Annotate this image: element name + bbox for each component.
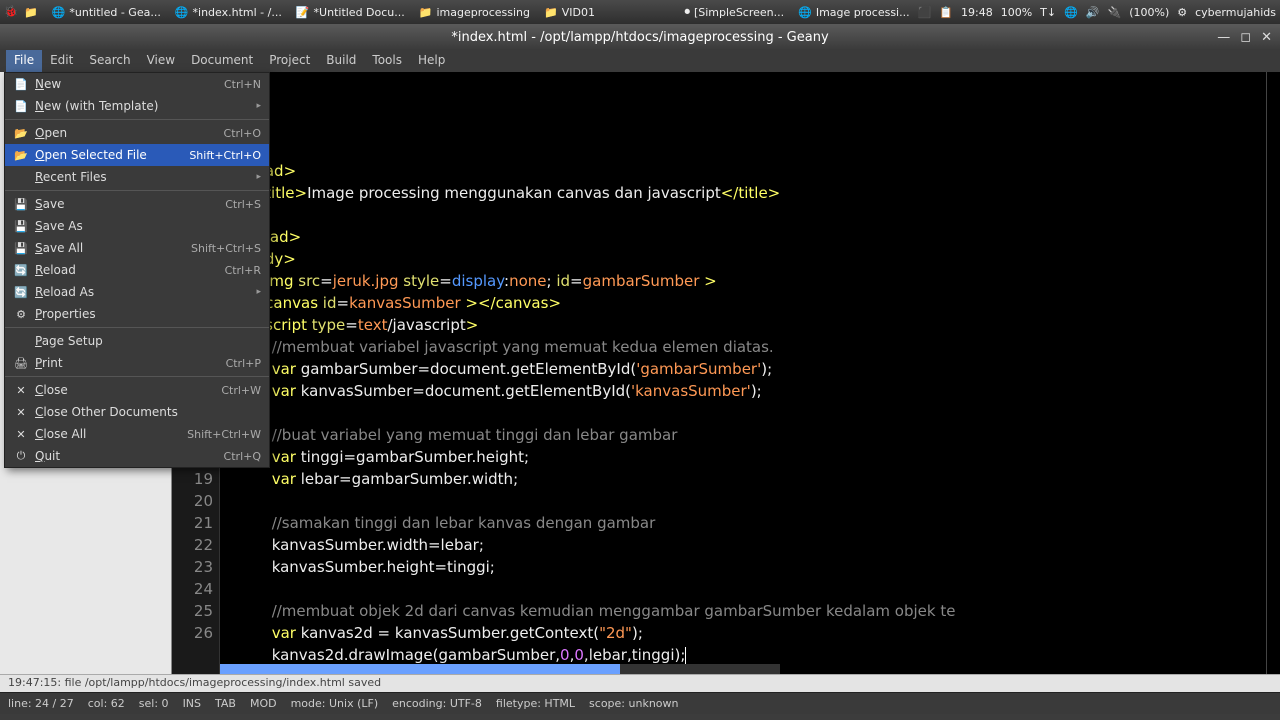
menubar: File Edit Search View Document Project B…: [0, 50, 1280, 72]
taskbar-item[interactable]: 📝*Untitled Docu...: [290, 4, 411, 21]
menu-item-new[interactable]: 📄NewCtrl+N: [5, 73, 269, 95]
window-titlebar: *index.html - /opt/lampp/htdocs/imagepro…: [0, 24, 1280, 50]
menu-help[interactable]: Help: [410, 50, 453, 72]
tray-icon[interactable]: ⬛: [918, 6, 932, 19]
status-encoding: encoding: UTF-8: [392, 697, 482, 710]
status-tab: TAB: [215, 697, 236, 710]
print-margin: [1266, 72, 1267, 674]
menu-item-close-all[interactable]: ✕Close AllShift+Ctrl+W: [5, 423, 269, 445]
volume-icon[interactable]: 🔊: [1086, 6, 1100, 19]
menu-item-save[interactable]: 💾SaveCtrl+S: [5, 193, 269, 215]
h-scrollbar[interactable]: [220, 664, 780, 674]
clock[interactable]: 19:48: [961, 6, 993, 19]
editor[interactable]: 1234567891011121314151617181920212223242…: [172, 72, 1280, 674]
menu-item-page-setup[interactable]: Page Setup: [5, 330, 269, 352]
battery2: (100%): [1129, 6, 1169, 19]
menu-item-open[interactable]: 📂OpenCtrl+O: [5, 122, 269, 144]
taskbar-item[interactable]: 📁: [18, 4, 44, 21]
close-button[interactable]: ✕: [1261, 30, 1272, 45]
status-col: col: 62: [88, 697, 125, 710]
menu-build[interactable]: Build: [318, 50, 364, 72]
menu-view[interactable]: View: [139, 50, 183, 72]
tray-icon[interactable]: T↓: [1040, 6, 1056, 19]
os-taskbar: 🐞 📁 🌐*untitled - Gea... 🌐*index.html - /…: [0, 0, 1280, 24]
menu-project[interactable]: Project: [261, 50, 318, 72]
menu-item-print[interactable]: 🖨PrintCtrl+P: [5, 352, 269, 374]
menu-item-new-with-template-[interactable]: 📄New (with Template)▸: [5, 95, 269, 117]
menu-item-close-other-documents[interactable]: ✕Close Other Documents: [5, 401, 269, 423]
taskbar-item[interactable]: 🌐*index.html - /...: [169, 4, 288, 21]
menu-document[interactable]: Document: [183, 50, 261, 72]
menu-item-reload-as[interactable]: 🔄Reload As▸: [5, 281, 269, 303]
status-ins: INS: [183, 697, 201, 710]
menu-item-save-as[interactable]: 💾Save As: [5, 215, 269, 237]
status-bar: line: 24 / 27 col: 62 sel: 0 INS TAB MOD…: [0, 692, 1280, 714]
menu-item-close[interactable]: ✕CloseCtrl+W: [5, 379, 269, 401]
taskbar-item[interactable]: 🌐*untitled - Gea...: [46, 4, 167, 21]
menu-item-quit[interactable]: ⏻QuitCtrl+Q: [5, 445, 269, 467]
status-scope: scope: unknown: [589, 697, 678, 710]
system-tray: ⬛ 📋 19:48 100% T↓ 🌐 🔊 🔌 (100%) ⚙ cybermu…: [918, 6, 1276, 19]
code-area[interactable]: ml> <head> <title>Image processing mengg…: [220, 72, 1280, 674]
menu-item-reload[interactable]: 🔄ReloadCtrl+R: [5, 259, 269, 281]
user-icon[interactable]: ⚙: [1177, 6, 1187, 19]
app-menu-icon[interactable]: 🐞: [4, 5, 18, 19]
menu-item-properties[interactable]: ⚙Properties: [5, 303, 269, 325]
menu-item-recent-files[interactable]: Recent Files▸: [5, 166, 269, 188]
status-line: line: 24 / 27: [8, 697, 74, 710]
taskbar-item[interactable]: 📁imageprocessing: [413, 4, 536, 21]
tray-icon[interactable]: 📋: [939, 6, 953, 19]
status-mod: MOD: [250, 697, 277, 710]
file-menu-dropdown: 📄NewCtrl+N📄New (with Template)▸ 📂OpenCtrl…: [4, 72, 270, 468]
tray-icon[interactable]: 🌐: [1064, 6, 1078, 19]
taskbar-item[interactable]: 🌐Image processi...: [792, 4, 915, 21]
minimize-button[interactable]: —: [1217, 30, 1230, 45]
menu-item-open-selected-file[interactable]: 📂Open Selected FileShift+Ctrl+O: [5, 144, 269, 166]
status-filetype: filetype: HTML: [496, 697, 575, 710]
status-mode: mode: Unix (LF): [291, 697, 379, 710]
maximize-button[interactable]: ◻: [1240, 30, 1251, 45]
menu-file[interactable]: File: [6, 50, 42, 72]
menu-item-save-all[interactable]: 💾Save AllShift+Ctrl+S: [5, 237, 269, 259]
menu-edit[interactable]: Edit: [42, 50, 81, 72]
battery[interactable]: 100%: [1001, 6, 1032, 19]
taskbar-item[interactable]: 📁VID01: [538, 4, 601, 21]
menu-search[interactable]: Search: [81, 50, 138, 72]
menu-tools[interactable]: Tools: [364, 50, 410, 72]
tray-icon[interactable]: 🔌: [1108, 6, 1122, 19]
status-sel: sel: 0: [139, 697, 169, 710]
window-title: *index.html - /opt/lampp/htdocs/imagepro…: [451, 30, 828, 45]
username[interactable]: cybermujahids: [1195, 6, 1276, 19]
message-bar: 19:47:15: file /opt/lampp/htdocs/imagepr…: [0, 674, 1280, 692]
taskbar-item[interactable]: ⏺[SimpleScreen...: [678, 3, 790, 21]
